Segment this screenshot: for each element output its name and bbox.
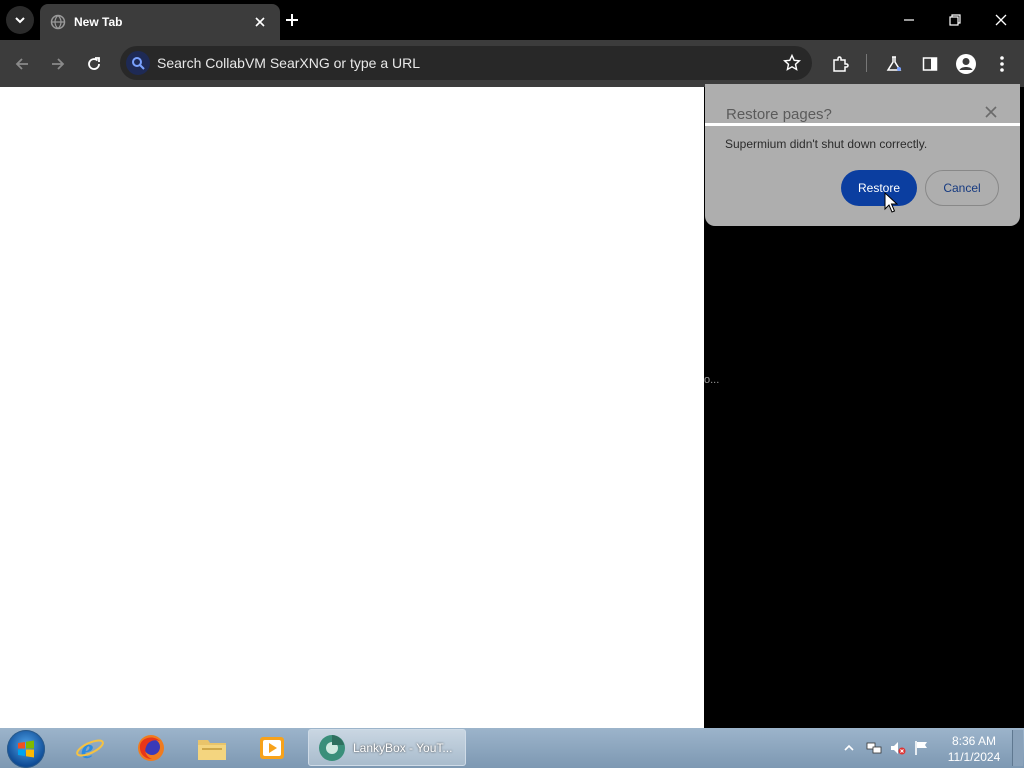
clock-date: 11/1/2024 [947,750,1001,764]
close-icon [255,17,265,27]
page-content [0,87,704,728]
taskbar: e LankyBox - YouT... 8:36 AM 11/1/2024 [0,728,1024,768]
ie-icon: e [76,734,104,763]
main-menu-button[interactable] [991,53,1013,75]
close-icon [985,106,997,118]
bookmark-button[interactable] [782,53,802,73]
plus-icon [286,14,298,26]
windows-logo-icon [18,740,34,758]
reload-button[interactable] [79,49,109,79]
forward-icon [52,58,65,70]
close-window-button[interactable] [978,0,1024,40]
tab-search-button[interactable] [6,6,34,34]
dialog-divider [705,123,1020,126]
labs-button[interactable] [883,53,905,75]
cancel-button[interactable]: Cancel [925,170,999,206]
title-bar: New Tab [0,0,1024,40]
clock-time: 8:36 AM [951,734,997,748]
back-icon [15,58,28,70]
svg-text:e: e [81,734,93,763]
kebab-menu-icon [1000,56,1004,72]
restore-window-button[interactable] [932,0,978,40]
extensions-icon [833,56,849,72]
minimize-icon [904,19,914,21]
taskbar-ie[interactable]: e [70,731,110,765]
action-center-tray[interactable] [914,740,930,756]
stray-text: o... [704,374,720,386]
volume-muted-icon [891,742,906,755]
supermium-icon [319,734,345,761]
extensions-button[interactable] [829,53,851,75]
toolbar-divider [866,54,867,72]
close-icon [995,14,1007,26]
reload-icon [88,57,100,70]
side-panel-button[interactable] [919,53,941,75]
taskbar-firefox[interactable] [131,731,171,765]
side-panel-icon [922,57,938,71]
firefox-icon [138,735,164,761]
system-clock[interactable]: 8:36 AM 11/1/2024 [942,733,1006,765]
taskbar-media-player[interactable] [252,731,292,765]
dialog-title: Restore pages? [726,106,832,123]
network-tray[interactable] [866,740,882,756]
profile-icon [956,54,976,74]
restore-pages-dialog: Restore pages? Supermium didn't shut dow… [705,84,1020,226]
omnibox-text: Search CollabVM SearXNG or type a URL [157,55,420,71]
globe-icon [50,14,66,30]
tab-title: New Tab [74,15,123,29]
browser-toolbar: Search CollabVM SearXNG or type a URL [0,40,1024,87]
media-player-icon [260,737,284,759]
task-label: LankyBox - YouT... [353,740,453,755]
folder-icon [198,740,226,760]
restore-window-icon [949,14,961,26]
dialog-message: Supermium didn't shut down correctly. [725,137,928,151]
minimize-button[interactable] [886,0,932,40]
mouse-cursor-icon [884,192,898,213]
start-button[interactable] [7,730,45,768]
taskbar-task-supermium[interactable]: LankyBox - YouT... [308,729,466,766]
search-engine-badge [126,51,150,75]
chevron-down-icon [15,17,25,24]
tab-new-tab[interactable]: New Tab [40,4,280,40]
restore-button[interactable]: Restore [841,170,917,206]
star-icon [783,54,801,71]
profile-button[interactable] [955,53,977,75]
dialog-close-button[interactable] [982,103,1000,121]
volume-tray[interactable] [890,740,906,756]
flag-icon [915,741,927,755]
labs-icon [886,56,902,71]
show-desktop-button[interactable] [1012,730,1023,766]
show-hidden-icons-icon[interactable] [844,740,854,756]
new-tab-button[interactable] [280,8,304,32]
search-icon [132,57,145,70]
network-icon [866,742,882,754]
taskbar-explorer[interactable] [192,731,232,765]
back-button[interactable] [7,49,37,79]
omnibox[interactable]: Search CollabVM SearXNG or type a URL [120,46,812,80]
tab-close-button[interactable] [250,12,270,32]
forward-button[interactable] [43,49,73,79]
